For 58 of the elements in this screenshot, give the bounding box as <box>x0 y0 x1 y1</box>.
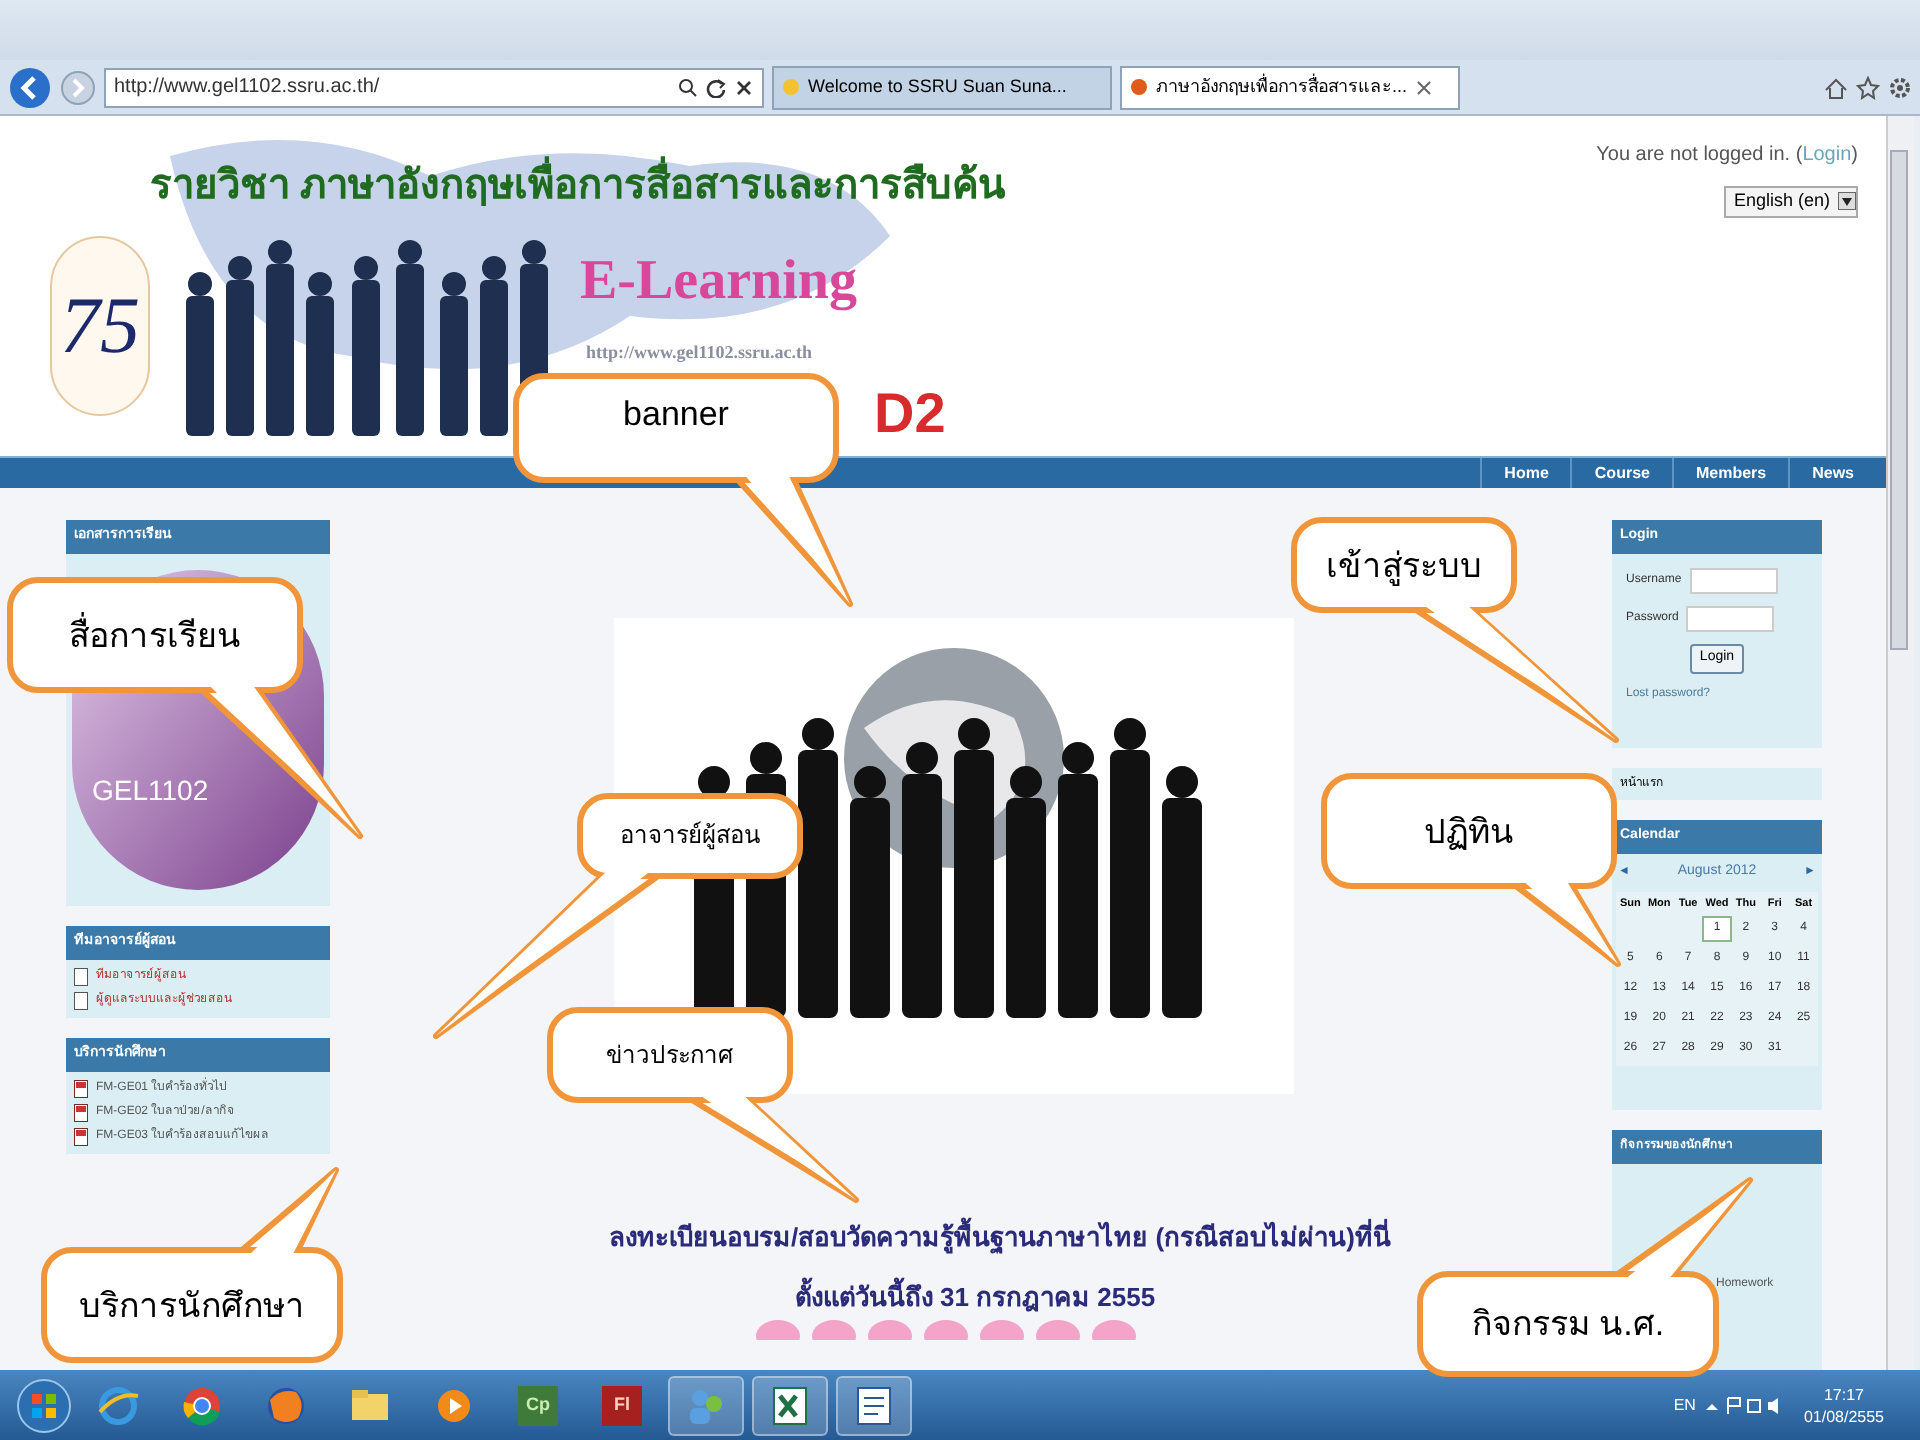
back-button[interactable] <box>8 65 52 109</box>
settings-icon[interactable] <box>1888 75 1912 99</box>
text-input[interactable] <box>1686 606 1775 632</box>
callout-text: ปฏิทิน <box>1424 809 1514 853</box>
page-icon <box>782 78 800 96</box>
callout-text: ข่าวประกาศ <box>606 1040 734 1070</box>
course-code: D2 <box>874 380 946 448</box>
callout-text: อาจารย์ผู้สอน <box>620 821 760 851</box>
course-title: รายวิชา ภาษาอังกฤษเพื่อการสื่อสารและการสืบค้น <box>150 156 1006 216</box>
pig-icon <box>979 1320 1023 1340</box>
system-tray-icons[interactable] <box>1703 1395 1784 1415</box>
browser-tab[interactable]: ภาษาอังกฤษเพื่อการสื่อสารและ... <box>1120 65 1460 109</box>
callout-text: สื่อการเรียน <box>69 613 241 657</box>
clock-date: 01/08/2555 <box>1803 1405 1884 1427</box>
site-url: http://www.gel1102.ssru.ac.th <box>586 340 813 366</box>
search-icon[interactable] <box>678 77 698 97</box>
refresh-icon[interactable] <box>706 77 726 97</box>
scrollbar-thumb[interactable] <box>1890 150 1908 650</box>
forward-button[interactable] <box>60 69 96 105</box>
pig-icon <box>811 1320 855 1340</box>
document-icon <box>74 1080 88 1098</box>
e-learning-heading: E-Learning <box>580 248 857 316</box>
app-icon[interactable]: Fl <box>602 1385 642 1425</box>
close-icon[interactable] <box>1415 79 1432 95</box>
document-icon <box>74 1128 88 1146</box>
star-icon[interactable] <box>1856 75 1880 99</box>
spreadsheet-icon[interactable] <box>768 1383 812 1427</box>
language-select[interactable]: English (en) <box>1723 186 1858 217</box>
browser-icon[interactable] <box>180 1383 224 1427</box>
pig-icon <box>755 1320 799 1340</box>
app-icon[interactable]: Cp <box>518 1385 558 1425</box>
page-icon <box>1130 78 1148 96</box>
announcement-text: ตั้งแต่วันนี้ถึง 31 กรกฎาคม 2555 <box>794 1277 1156 1316</box>
pig-icon <box>867 1320 911 1340</box>
home-icon[interactable] <box>1824 75 1848 99</box>
dropdown-icon <box>1838 192 1856 211</box>
browser-tab[interactable]: Welcome to SSRU Suan Suna... <box>772 65 1112 109</box>
callout-text: กิจกรรม น.ศ. <box>1471 1302 1665 1346</box>
start-button[interactable] <box>16 1377 72 1433</box>
clock-time: 17:17 <box>1823 1383 1864 1405</box>
address-bar[interactable]: http://www.gel1102.ssru.ac.th/ <box>104 67 764 107</box>
pig-icon <box>923 1320 967 1340</box>
url-text: http://www.gel1102.ssru.ac.th/ <box>114 74 380 102</box>
stop-icon[interactable] <box>734 77 754 97</box>
announcement-text: ลงทะเบียนอบรม/สอบวัดความรู้พื้นฐานภาษาไทย (กรณีสอบไม่ผ่าน)ที่นี่ <box>609 1218 1391 1257</box>
document-icon[interactable] <box>852 1383 896 1427</box>
callout-text: เข้าสู่ระบบ <box>1326 543 1482 587</box>
callout-text: บริการนักศึกษา <box>79 1283 305 1327</box>
browser-icon[interactable] <box>264 1383 308 1427</box>
login-status: You are not logged in. (Login) <box>1596 142 1858 170</box>
input-language[interactable]: EN <box>1673 1393 1696 1417</box>
anniversary-emblem: 75 <box>50 236 150 416</box>
document-icon <box>74 1104 88 1122</box>
pig-icon <box>1035 1320 1079 1340</box>
text-input[interactable] <box>1689 568 1778 594</box>
callout-text: banner <box>623 392 729 436</box>
pig-icon <box>1091 1320 1135 1340</box>
browser-icon[interactable] <box>96 1383 140 1427</box>
